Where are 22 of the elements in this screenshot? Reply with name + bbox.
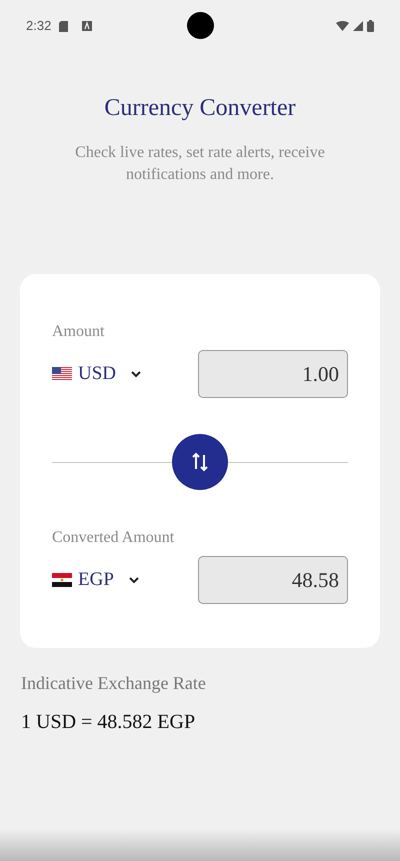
keyboard-icon [82,21,92,31]
amount-field[interactable]: 1.00 [198,350,348,398]
currency-picker[interactable]: EGP [52,566,140,594]
amount-field[interactable]: 48.58 [198,556,348,604]
rate-label: Indicative Exchange Rate [21,672,207,695]
field-label: Converted Amount [52,528,176,548]
sd-card-icon [59,20,68,32]
battery-icon [367,20,374,32]
currency-picker[interactable]: USD [52,360,142,388]
swap-icon [191,451,209,473]
flag-icon [52,367,72,381]
rate-value: 1 USD = 48.582 EGP [21,710,196,735]
status-time: 2:32 [26,17,52,36]
flag-icon [52,573,72,587]
chevron-down-icon [130,370,142,378]
camera-cutout [187,12,214,39]
signal-icon [353,21,363,31]
field-label: Amount [52,322,106,342]
page-subtitle: Check live rates, set rate alerts, receive notifications and more. [74,143,326,185]
wifi-icon [336,21,349,31]
page-title: Currency Converter [103,94,297,123]
chevron-down-icon [128,576,140,584]
